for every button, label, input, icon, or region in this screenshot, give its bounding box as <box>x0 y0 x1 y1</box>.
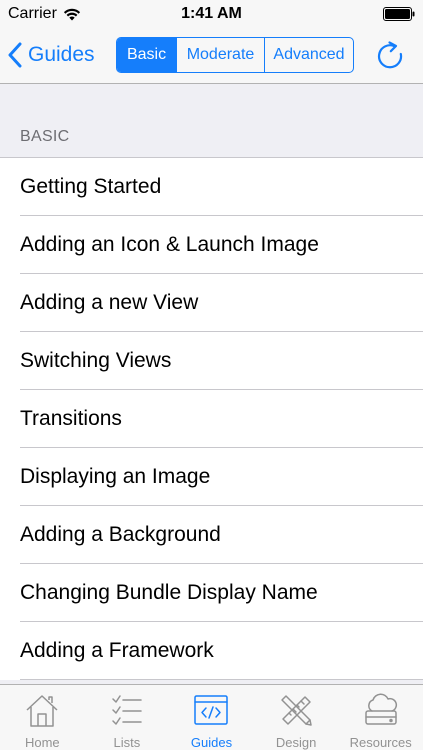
tab-label: Resources <box>349 735 412 750</box>
back-button[interactable]: Guides <box>8 38 95 72</box>
segment-basic[interactable]: Basic <box>117 38 176 72</box>
code-icon <box>194 695 229 725</box>
guide-list: Getting Started Adding an Icon & Launch … <box>0 157 423 680</box>
segment-advanced[interactable]: Advanced <box>264 38 353 72</box>
refresh-icon <box>377 41 403 69</box>
list-item[interactable]: Adding a new View <box>0 274 423 332</box>
level-segmented-control: Basic Moderate Advanced <box>116 37 354 73</box>
pencil-ruler-icon <box>281 695 312 726</box>
tab-design[interactable]: Design <box>254 685 339 750</box>
tab-label: Design <box>275 735 317 750</box>
segment-moderate[interactable]: Moderate <box>176 38 264 72</box>
status-bar: Carrier 1:41 AM <box>0 0 423 28</box>
list-item[interactable]: Changing Bundle Display Name <box>0 564 423 622</box>
list-item[interactable]: Adding an Icon & Launch Image <box>0 216 423 274</box>
refresh-button[interactable] <box>370 38 410 74</box>
tab-resources[interactable]: Resources <box>338 685 423 750</box>
tab-home[interactable]: Home <box>0 685 85 750</box>
tab-label: Lists <box>113 735 141 750</box>
tab-bar: Home Lists Guides Design Resources <box>0 684 423 750</box>
tab-label: Home <box>24 735 60 750</box>
cloud-drive-icon <box>364 693 397 725</box>
checklist-icon <box>112 695 142 725</box>
list-item[interactable]: Transitions <box>0 390 423 448</box>
tab-guides[interactable]: Guides <box>169 685 254 750</box>
section-header: BASIC <box>20 128 70 145</box>
navigation-bar: Guides Basic Moderate Advanced <box>0 28 423 84</box>
chevron-left-icon <box>8 42 22 68</box>
list-item[interactable]: Adding a Framework <box>0 622 423 680</box>
tab-label: Guides <box>190 735 233 750</box>
home-icon <box>26 695 58 727</box>
list-item[interactable]: Switching Views <box>0 332 423 390</box>
list-item[interactable]: Displaying an Image <box>0 448 423 506</box>
tab-lists[interactable]: Lists <box>85 685 170 750</box>
back-label: Guides <box>28 43 95 66</box>
list-item[interactable]: Getting Started <box>0 158 423 216</box>
list-item[interactable]: Adding a Background <box>0 506 423 564</box>
app-screen: Carrier 1:41 AM Guides Basic Moderate Ad… <box>0 0 423 750</box>
clock: 1:41 AM <box>181 5 242 22</box>
